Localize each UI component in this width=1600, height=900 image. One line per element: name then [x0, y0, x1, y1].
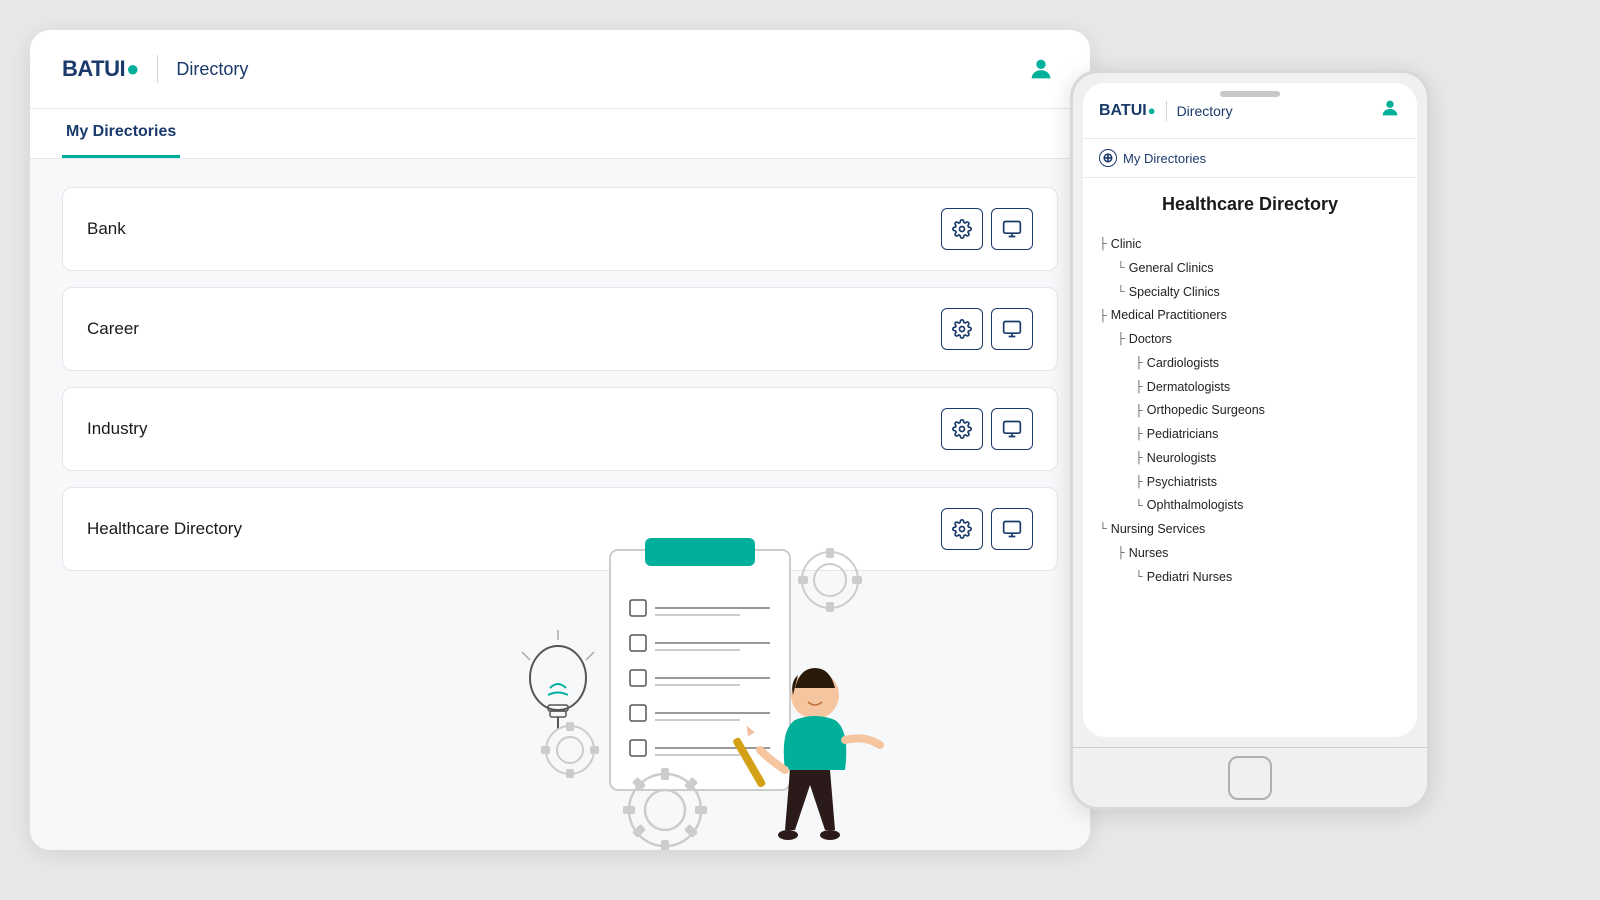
directory-name-industry: Industry	[87, 419, 147, 439]
tree-item: └Ophthalmologists	[1135, 494, 1401, 518]
mobile-nav-label: My Directories	[1123, 151, 1206, 166]
my-directories-tab[interactable]: My Directories	[62, 109, 180, 158]
desktop-header-title: Directory	[176, 59, 248, 80]
tree-label: General Clinics	[1129, 257, 1214, 281]
mobile-inner: BATUI ● Directory ⊕ My Directories	[1083, 83, 1417, 737]
tree-item: └Nursing Services	[1099, 518, 1401, 542]
tree-label: Nursing Services	[1111, 518, 1205, 542]
tree-item: ├Dermatologists	[1135, 376, 1401, 400]
tree-label: Nurses	[1129, 542, 1169, 566]
logo-text: BATUI	[62, 56, 125, 82]
tree-item: ├Orthopedic Surgeons	[1135, 399, 1401, 423]
mobile-directory-title: Healthcare Directory	[1099, 194, 1401, 215]
header-divider	[157, 55, 158, 83]
tree-connector: └	[1135, 567, 1143, 588]
tree-label: Dermatologists	[1147, 376, 1230, 400]
mobile-card: BATUI ● Directory ⊕ My Directories	[1070, 70, 1430, 810]
mobile-logo: BATUI	[1099, 102, 1147, 120]
scene: BATUI ● Directory My Directories Bank	[30, 30, 1570, 870]
tree-item: ├Medical Practitioners	[1099, 304, 1401, 328]
tree-item: └Specialty Clinics	[1117, 281, 1401, 305]
bank-share-btn[interactable]	[991, 208, 1033, 250]
tree-label: Orthopedic Surgeons	[1147, 399, 1265, 423]
bank-settings-btn[interactable]	[941, 208, 983, 250]
industry-actions	[941, 408, 1033, 450]
mobile-nav-plus-icon: ⊕	[1099, 149, 1117, 167]
industry-share-btn[interactable]	[991, 408, 1033, 450]
tree-label: Clinic	[1111, 233, 1142, 257]
tree-connector: └	[1135, 496, 1143, 517]
tree-connector: ├	[1135, 401, 1143, 422]
tree-label: Neurologists	[1147, 447, 1216, 471]
tree-connector: ├	[1135, 377, 1143, 398]
desktop-card: BATUI ● Directory My Directories Bank	[30, 30, 1090, 850]
tree-item: ├Neurologists	[1135, 447, 1401, 471]
bank-actions	[941, 208, 1033, 250]
mobile-bottom-bar	[1073, 747, 1427, 807]
user-icon-desktop[interactable]	[1024, 52, 1058, 86]
tree-label: Pediatri Nurses	[1147, 566, 1232, 590]
career-settings-btn[interactable]	[941, 308, 983, 350]
healthcare-settings-btn[interactable]	[941, 508, 983, 550]
mobile-nav-row[interactable]: ⊕ My Directories	[1083, 139, 1417, 178]
tree-item: ├Doctors	[1117, 328, 1401, 352]
home-button[interactable]	[1228, 756, 1272, 800]
tree-label: Ophthalmologists	[1147, 494, 1244, 518]
tree-item: ├Nurses	[1117, 542, 1401, 566]
tree-item: └Pediatri Nurses	[1135, 566, 1401, 590]
tree-connector: └	[1117, 258, 1125, 279]
healthcare-actions	[941, 508, 1033, 550]
tree-connector: ├	[1135, 424, 1143, 445]
directory-name-healthcare: Healthcare Directory	[87, 519, 242, 539]
tree-connector: ├	[1117, 329, 1125, 350]
directory-name-bank: Bank	[87, 219, 126, 239]
tree-connector: ├	[1135, 448, 1143, 469]
tree-item: └General Clinics	[1117, 257, 1401, 281]
tree-label: Medical Practitioners	[1111, 304, 1227, 328]
desktop-nav: My Directories	[30, 109, 1090, 159]
tree-item: ├Cardiologists	[1135, 352, 1401, 376]
tree-item: ├Pediatricians	[1135, 423, 1401, 447]
tree-label: Psychiatrists	[1147, 471, 1217, 495]
tree-connector: ├	[1099, 306, 1107, 327]
directory-name-career: Career	[87, 319, 139, 339]
tree-connector: ├	[1135, 353, 1143, 374]
speaker-slot	[1220, 91, 1280, 97]
directory-item-bank: Bank	[62, 187, 1058, 271]
tree-connector: └	[1117, 282, 1125, 303]
tree-connector: ├	[1135, 472, 1143, 493]
directory-item-industry: Industry	[62, 387, 1058, 471]
tree-label: Pediatricians	[1147, 423, 1219, 447]
career-share-btn[interactable]	[991, 308, 1033, 350]
tree-connector: └	[1099, 519, 1107, 540]
tree-connector: ├	[1117, 543, 1125, 564]
illustration	[490, 510, 930, 850]
desktop-logo: BATUI ●	[62, 56, 139, 82]
tree-item: ├Psychiatrists	[1135, 471, 1401, 495]
mobile-content: Healthcare Directory ├Clinic└General Cli…	[1083, 178, 1417, 737]
mobile-header-divider	[1166, 101, 1167, 121]
mobile-logo-icon: ●	[1148, 103, 1156, 118]
tree-label: Specialty Clinics	[1129, 281, 1220, 305]
tree-label: Cardiologists	[1147, 352, 1219, 376]
mobile-user-icon[interactable]	[1379, 97, 1401, 124]
tree: ├Clinic└General Clinics└Specialty Clinic…	[1099, 233, 1401, 589]
career-actions	[941, 308, 1033, 350]
mobile-header-title: Directory	[1177, 103, 1233, 119]
desktop-header: BATUI ● Directory	[30, 30, 1090, 109]
tree-item: ├Clinic	[1099, 233, 1401, 257]
directory-item-career: Career	[62, 287, 1058, 371]
healthcare-share-btn[interactable]	[991, 508, 1033, 550]
tree-label: Doctors	[1129, 328, 1172, 352]
tree-connector: ├	[1099, 234, 1107, 255]
industry-settings-btn[interactable]	[941, 408, 983, 450]
logo-icon: ●	[126, 56, 139, 82]
